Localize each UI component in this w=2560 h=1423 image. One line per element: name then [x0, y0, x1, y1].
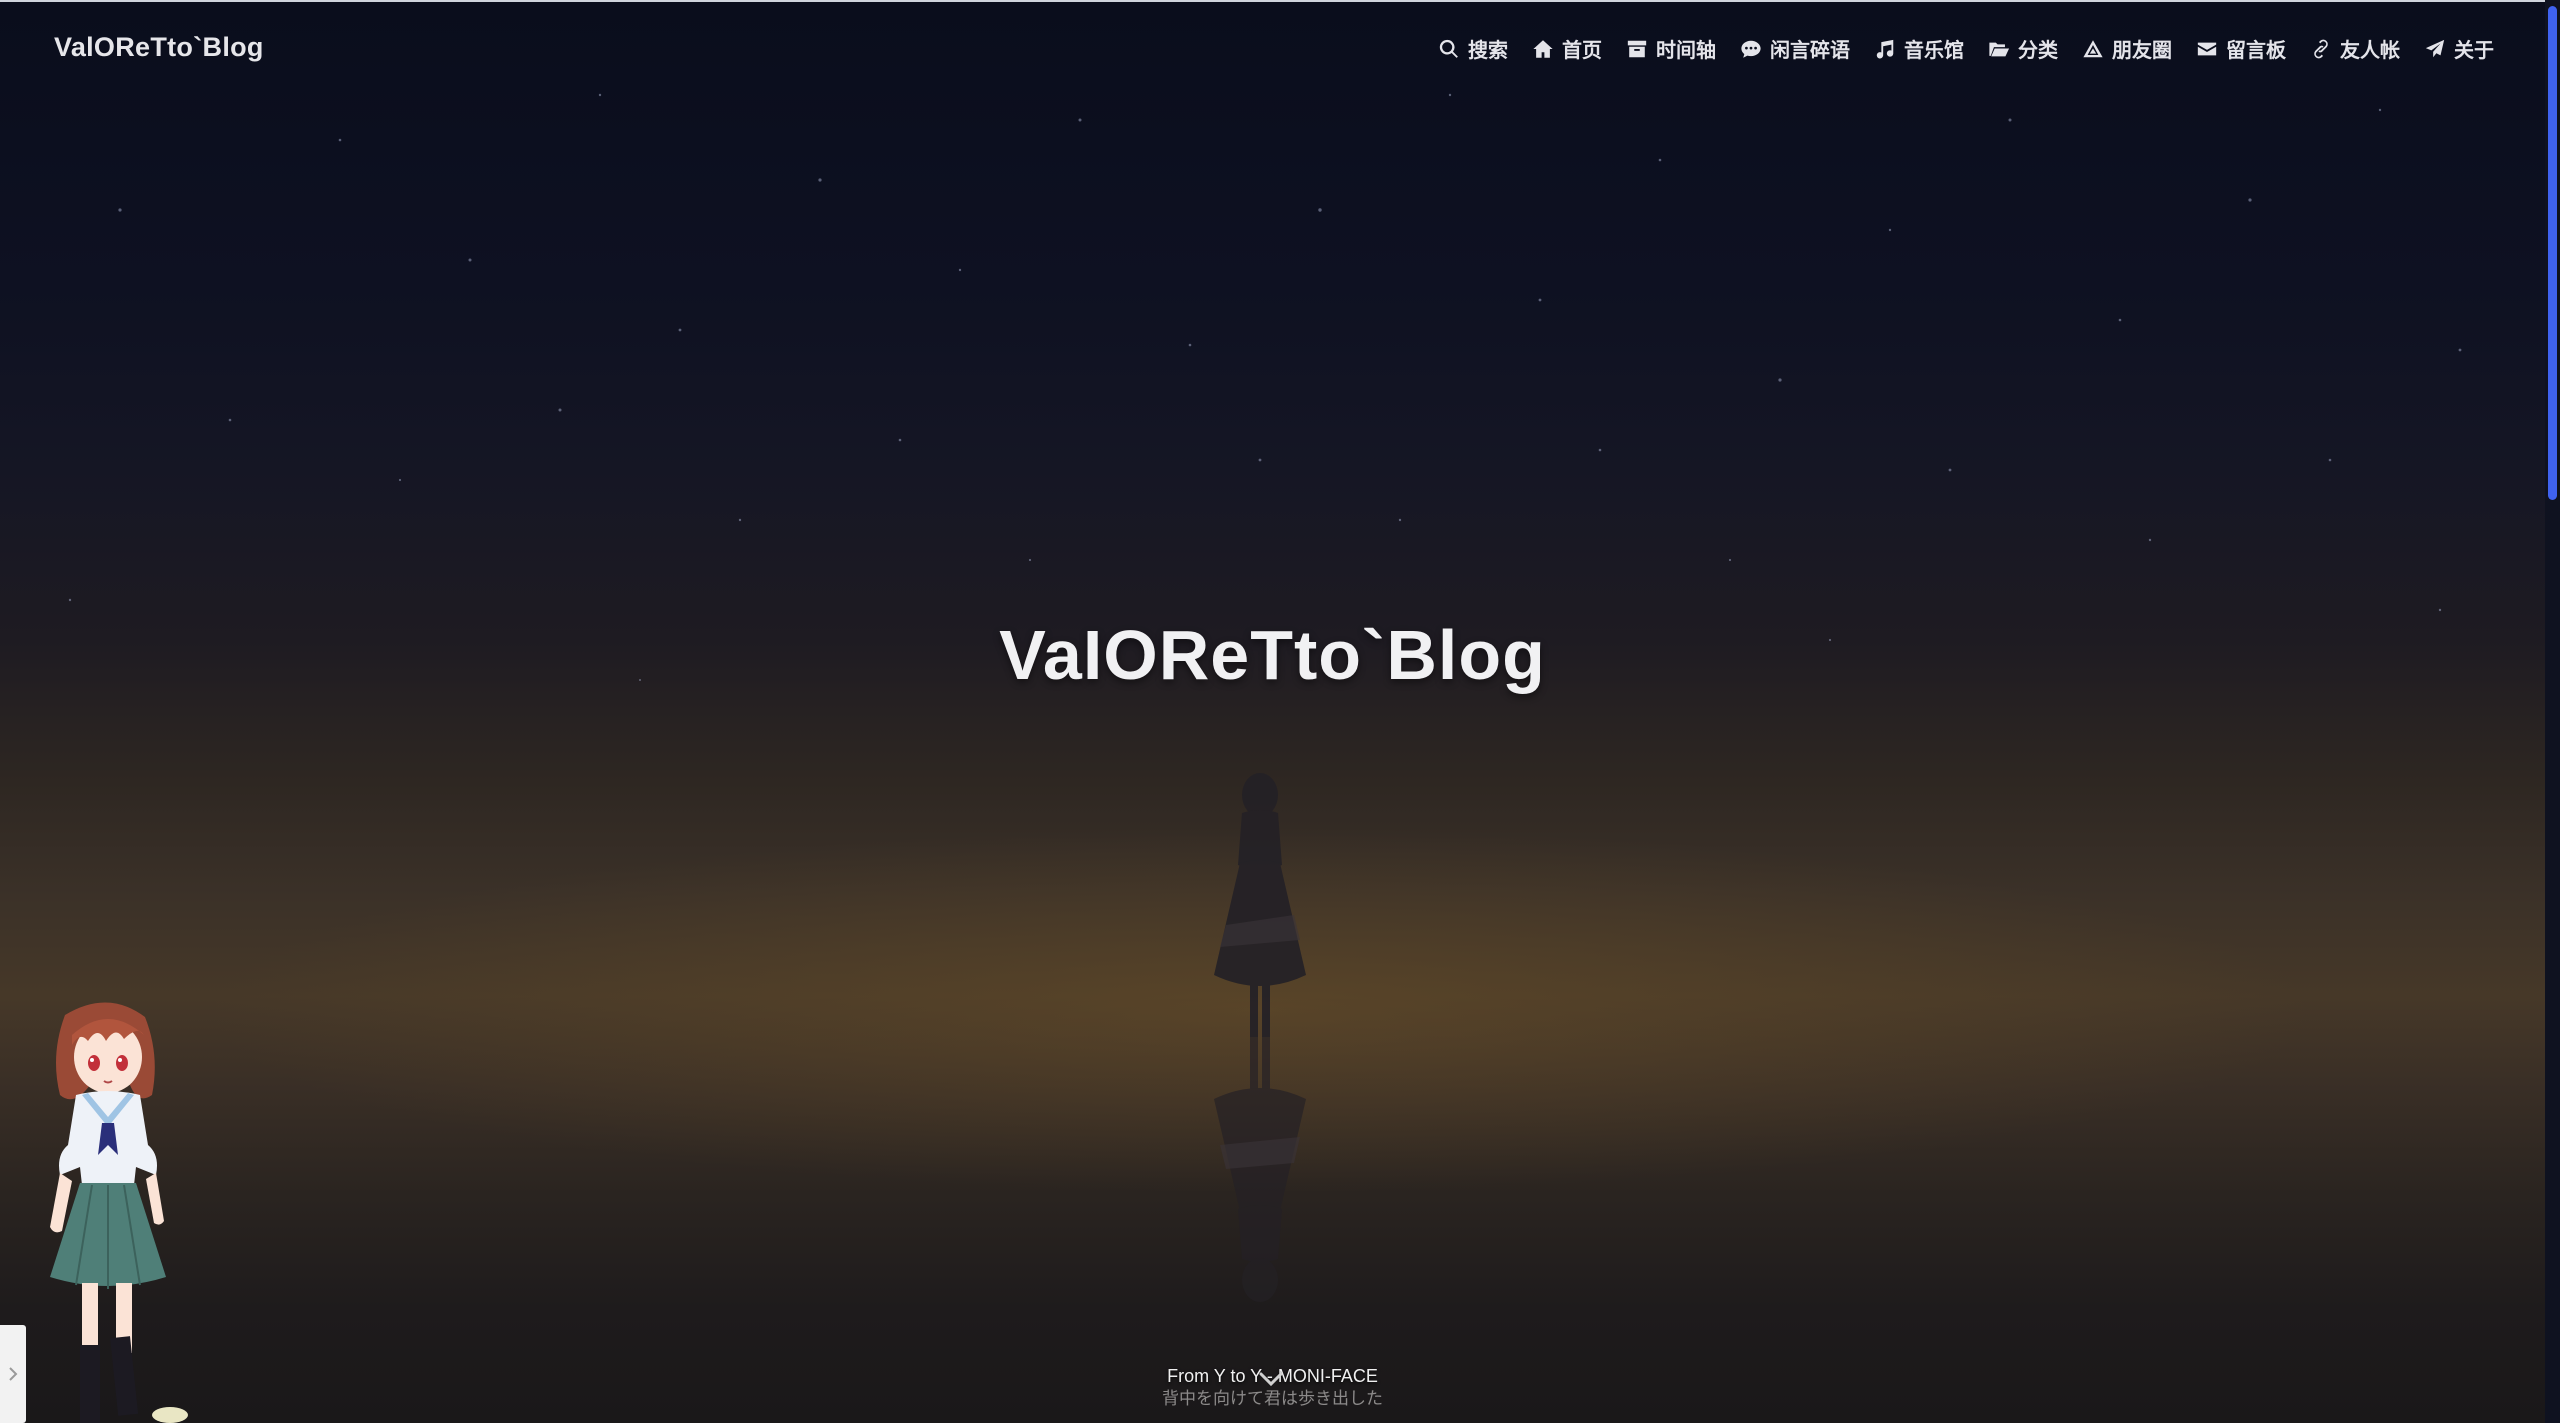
nav-item-label: 首页: [1562, 40, 1602, 62]
nav-item-guestbook[interactable]: 留言板: [2196, 34, 2286, 63]
envelope-icon: [2197, 42, 2217, 55]
page-scrollbar[interactable]: [2545, 0, 2560, 1423]
nav-item-music[interactable]: 音乐馆: [1874, 34, 1964, 63]
scroll-down-icon[interactable]: [1258, 1370, 1284, 1390]
nav-item-label: 留言板: [2226, 40, 2286, 62]
home-icon: [1533, 39, 1553, 58]
nav-item-search[interactable]: 搜索: [1438, 34, 1508, 63]
hero-title: VaIOReTto`Blog: [999, 616, 1546, 694]
nav-item-friends-circle[interactable]: 朋友圈: [2082, 34, 2172, 63]
link-icon: [2314, 39, 2328, 58]
sidebar-toggle-button[interactable]: [0, 1325, 26, 1423]
live2d-mascot[interactable]: [20, 995, 200, 1423]
site-name-link[interactable]: ValOReTto`Blog: [54, 32, 264, 63]
nav-item-label: 分类: [2018, 40, 2058, 62]
nav-item-label: 时间轴: [1656, 40, 1716, 62]
comment-icon: [1741, 40, 1761, 58]
archive-icon: [1627, 40, 1647, 57]
nav-item-label: 关于: [2454, 40, 2494, 62]
music-icon: [1876, 39, 1894, 58]
paper-plane-icon: [2425, 39, 2445, 57]
nav-item-talk[interactable]: 闲言碎语: [1740, 34, 1850, 63]
nav-item-label: 搜索: [1468, 40, 1508, 62]
lyric-current-line: 背中を向けて君は歩き出した: [1162, 1389, 1383, 1408]
nav-item-label: 友人帐: [2340, 40, 2400, 62]
hero-page: ValOReTto`Blog 搜索 首页 时间轴 闲言碎语 音乐馆 分类 朋友圈…: [0, 0, 2560, 1423]
triangle-icon: [2083, 39, 2103, 57]
nav-item-label: 闲言碎语: [1770, 40, 1850, 62]
nav-item-home[interactable]: 首页: [1532, 34, 1602, 63]
nav-item-category[interactable]: 分类: [1988, 34, 2058, 63]
nav-item-links[interactable]: 友人帐: [2310, 34, 2400, 63]
girl-silhouette-image: [1214, 773, 1306, 1302]
chevron-right-icon: [9, 1367, 18, 1381]
main-nav: 搜索 首页 时间轴 闲言碎语 音乐馆 分类 朋友圈 留言板 友人帐 关于: [1438, 34, 2494, 63]
scrollbar-thumb[interactable]: [2548, 6, 2557, 500]
nav-item-label: 音乐馆: [1904, 40, 1964, 62]
nav-item-about[interactable]: 关于: [2424, 34, 2494, 63]
nav-item-timeline[interactable]: 时间轴: [1626, 34, 1716, 63]
folder-open-icon: [1989, 42, 2010, 56]
top-navbar: ValOReTto`Blog 搜索 首页 时间轴 闲言碎语 音乐馆 分类 朋友圈…: [0, 0, 2545, 96]
search-icon: [1439, 39, 1458, 58]
nav-item-label: 朋友圈: [2112, 40, 2172, 62]
